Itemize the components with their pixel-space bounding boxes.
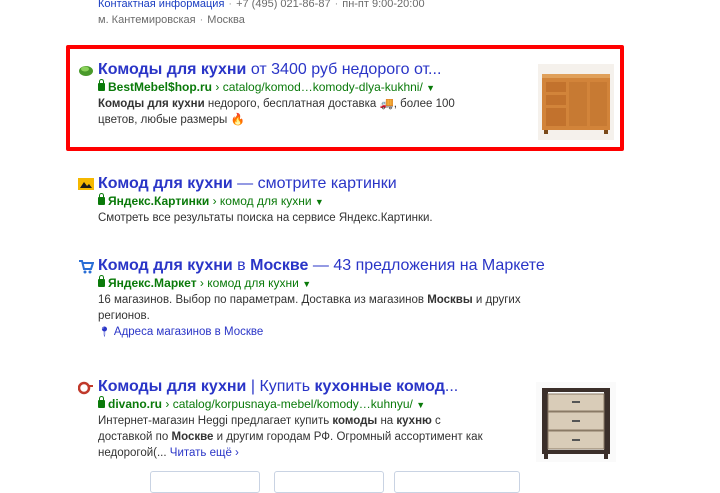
read-more-link[interactable]: Читать ещё ›	[170, 447, 239, 459]
sitelink-button[interactable]	[150, 471, 260, 493]
top-contact-info: Контактная информация · +7 (495) 021-86-87…	[98, 0, 425, 26]
search-result-yandex-market: Комод для кухни в Москве — 43 предложени…	[78, 256, 618, 341]
shop-addresses-link[interactable]: 📍︎ Адреса магазинов в Москве	[78, 324, 618, 341]
metro-station: м. Кантемировская	[98, 14, 196, 26]
map-pin-icon: 📍︎	[98, 327, 111, 338]
search-result-yandex-images: Комод для кухни — смотрите картинки Янде…	[78, 174, 618, 226]
result-snippet: Смотреть все результаты поиска на сервис…	[98, 212, 433, 224]
result-title-link[interactable]: Комод для кухни в Москве — 43 предложени…	[98, 257, 545, 274]
cart-icon	[79, 260, 94, 274]
result-host[interactable]: divano.ru	[108, 397, 162, 411]
chevron-down-icon[interactable]: ▼	[315, 197, 324, 207]
chevron-down-icon[interactable]: ▼	[416, 400, 425, 410]
sitelink-button[interactable]	[394, 471, 520, 493]
result-snippet: 16 магазинов. Выбор по параметрам. Доста…	[98, 294, 521, 322]
result-title-link[interactable]: Комод для кухни — смотрите картинки	[98, 175, 397, 192]
phone-number[interactable]: +7 (495) 021-86-87	[236, 0, 330, 10]
picture-icon	[78, 178, 94, 190]
result-path[interactable]: комод для кухни	[207, 276, 299, 290]
result-host[interactable]: Яндекс.Маркет	[108, 276, 197, 290]
chevron-down-icon[interactable]: ▼	[302, 279, 311, 289]
city-name[interactable]: Москва	[207, 14, 245, 26]
highlight-frame	[66, 45, 624, 151]
dresser-thumbnail[interactable]	[536, 382, 616, 462]
lock-icon	[98, 275, 105, 287]
divano-icon	[78, 381, 93, 395]
result-path[interactable]: комод для кухни	[220, 194, 312, 208]
result-path[interactable]: catalog/korpusnaya-mebel/komody…kuhnyu/	[173, 397, 413, 411]
lock-icon	[98, 193, 105, 205]
working-hours: пн-пт 9:00-20:00	[342, 0, 425, 10]
result-title-link[interactable]: Комоды для кухни | Купить кухонные комод…	[98, 378, 458, 395]
result-host[interactable]: Яндекс.Картинки	[108, 194, 209, 208]
contact-info-link[interactable]: Контактная информация	[98, 0, 224, 10]
lock-icon	[98, 396, 105, 408]
sitelink-button[interactable]	[274, 471, 384, 493]
